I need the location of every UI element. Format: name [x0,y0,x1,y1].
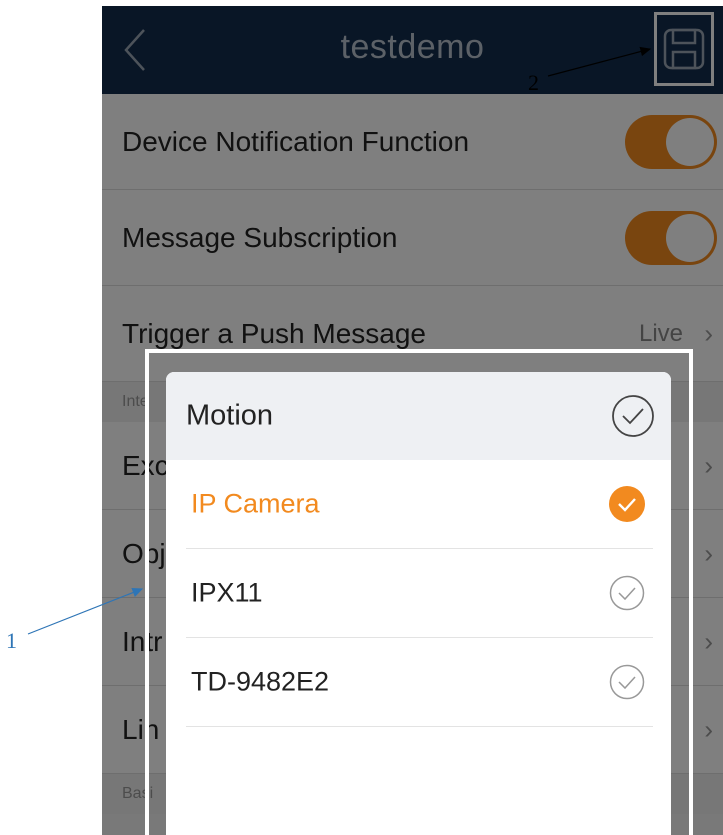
option-td-9482e2[interactable]: TD-9482E2 [186,638,653,727]
annotation-label-2: 2 [528,70,539,95]
option-label: TD-9482E2 [191,666,330,697]
option-label: IP Camera [191,488,320,519]
option-ip-camera[interactable]: IP Camera [186,460,653,549]
unchecked-icon [609,664,645,700]
option-ipx11[interactable]: IPX11 [186,549,653,638]
unchecked-icon [609,575,645,611]
dialog-header: Motion [166,372,671,460]
dialog-title: Motion [186,399,274,432]
phone-screen: testdemo Device Notification Function Me… [102,6,723,835]
select-dialog: Motion IP Camera IPX11 TD-9482E2 [166,372,671,835]
annotation-label-1: 1 [6,628,17,653]
checked-icon [609,486,645,522]
select-all-check-icon[interactable] [611,394,655,438]
option-label: IPX11 [191,577,263,608]
